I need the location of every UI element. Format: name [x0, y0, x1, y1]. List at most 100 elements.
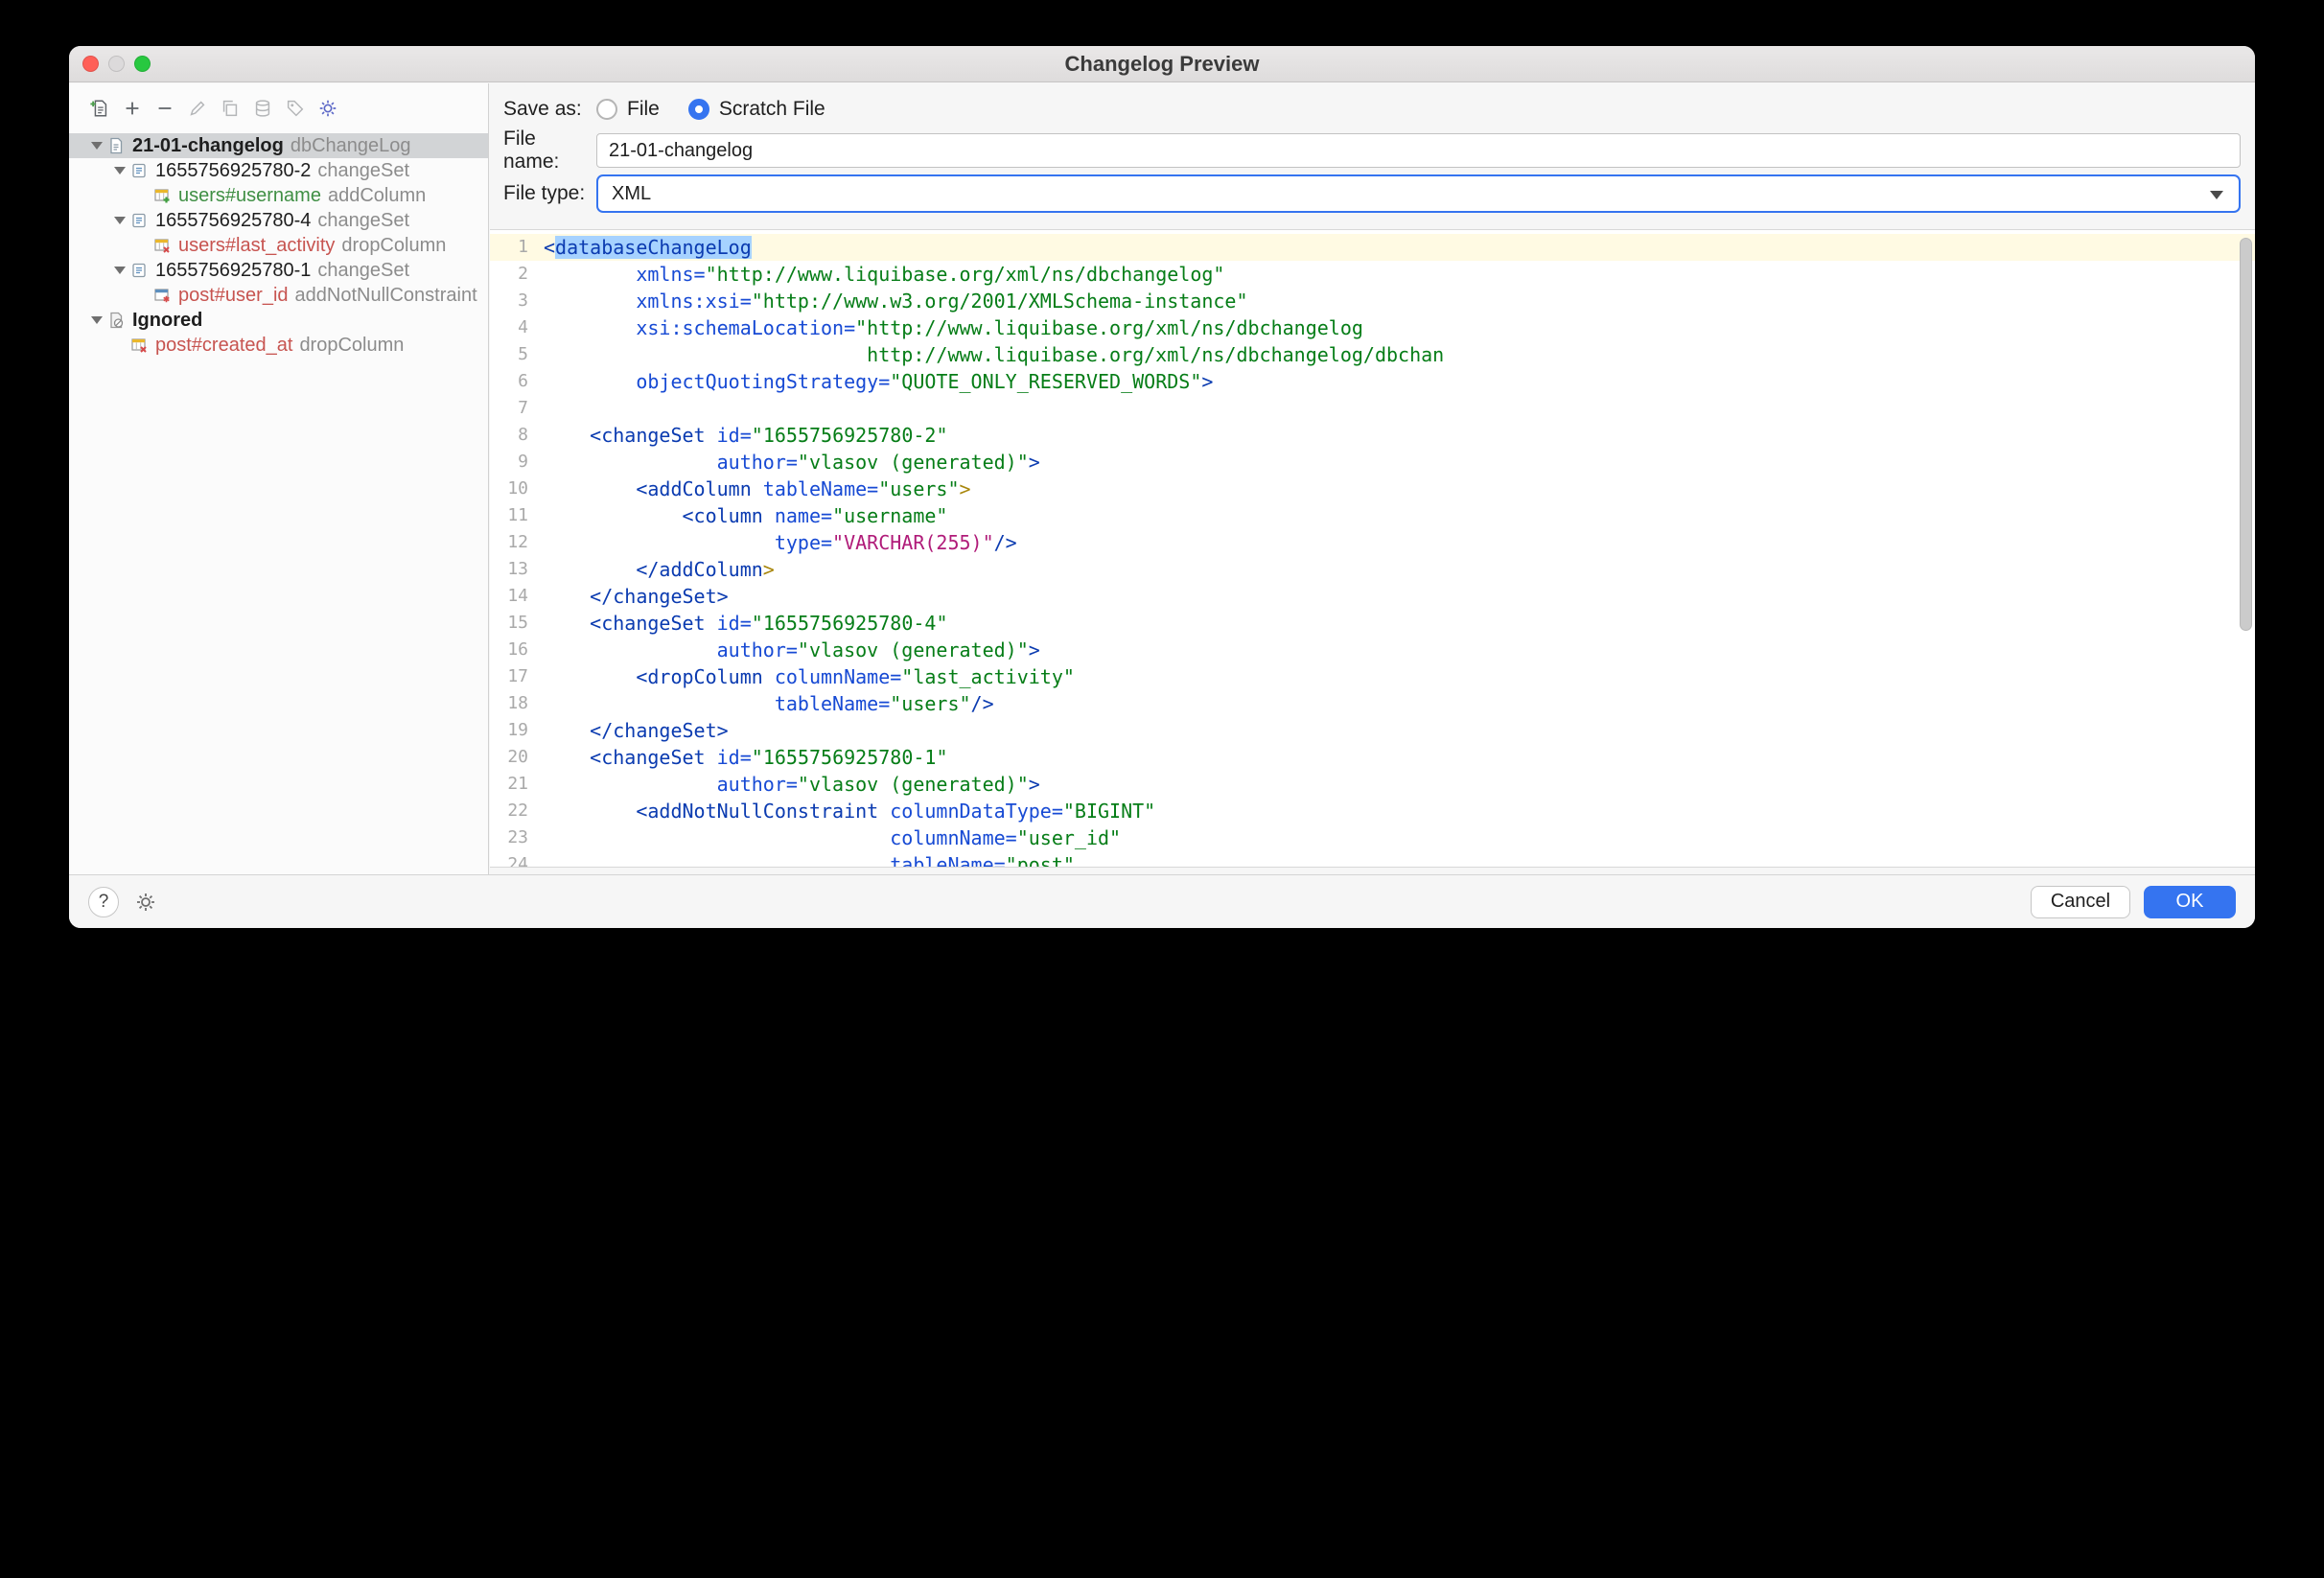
- tree-item-label: 1655756925780-2: [155, 160, 311, 182]
- code-text: xmlns="http://www.liquibase.org/xml/ns/d…: [544, 261, 2255, 288]
- code-text: <addNotNullConstraint columnDataType="BI…: [544, 798, 2255, 824]
- tree-item-21-01-changelog[interactable]: 21-01-changelog dbChangeLog: [69, 133, 488, 158]
- code-text: <column name="username": [544, 502, 2255, 529]
- chevron-down-icon[interactable]: [88, 316, 105, 324]
- help-button[interactable]: ?: [88, 887, 119, 917]
- code-line-24[interactable]: 24 tableName="post": [490, 851, 2255, 868]
- line-number: 5: [490, 341, 544, 368]
- code-line-10[interactable]: 10 <addColumn tableName="users">: [490, 476, 2255, 502]
- code-text: </changeSet>: [544, 583, 2255, 610]
- line-number: 23: [490, 824, 544, 851]
- code-line-16[interactable]: 16 author="vlasov (generated)">: [490, 637, 2255, 663]
- tree-item-post-user-id[interactable]: post#user_idaddNotNullConstraint: [69, 283, 488, 308]
- changeset-icon: [130, 212, 150, 229]
- editor-scrollbar-thumb[interactable]: [2240, 238, 2252, 631]
- line-number: 3: [490, 288, 544, 314]
- edit-icon[interactable]: [184, 95, 211, 122]
- chevron-down-icon[interactable]: [88, 142, 105, 150]
- line-number: 18: [490, 690, 544, 717]
- code-line-4[interactable]: 4 xsi:schemaLocation="http://www.liquiba…: [490, 314, 2255, 341]
- tree-item-type: addColumn: [328, 185, 426, 207]
- minimize-icon[interactable]: [108, 56, 125, 72]
- add-icon[interactable]: [119, 95, 146, 122]
- radio-file[interactable]: File: [596, 98, 660, 121]
- code-line-9[interactable]: 9 author="vlasov (generated)">: [490, 449, 2255, 476]
- remove-icon[interactable]: [151, 95, 178, 122]
- tree-item-label: 21-01-changelog: [132, 135, 284, 157]
- ok-button[interactable]: OK: [2144, 886, 2236, 918]
- code-line-3[interactable]: 3 xmlns:xsi="http://www.w3.org/2001/XMLS…: [490, 288, 2255, 314]
- window-title: Changelog Preview: [69, 46, 2255, 82]
- tree-item-label: users#username: [178, 185, 321, 207]
- tree-item-1655756925780-4[interactable]: 1655756925780-4changeSet: [69, 208, 488, 233]
- code-line-19[interactable]: 19 </changeSet>: [490, 717, 2255, 744]
- database-icon[interactable]: [249, 95, 276, 122]
- tree-item-type: changeSet: [317, 160, 409, 182]
- code-line-17[interactable]: 17 <dropColumn columnName="last_activity…: [490, 663, 2255, 690]
- line-number: 19: [490, 717, 544, 744]
- radio-scratch-file[interactable]: Scratch File: [688, 98, 825, 121]
- code-text: type="VARCHAR(255)"/>: [544, 529, 2255, 556]
- tree-item-label: Ignored: [132, 310, 202, 332]
- zoom-icon[interactable]: [134, 56, 151, 72]
- close-icon[interactable]: [82, 56, 99, 72]
- chevron-down-icon[interactable]: [111, 217, 128, 224]
- line-number: 21: [490, 771, 544, 798]
- code-line-7[interactable]: 7: [490, 395, 2255, 422]
- code-line-1[interactable]: 1<databaseChangeLog: [490, 234, 2255, 261]
- save-as-label: Save as:: [503, 98, 596, 121]
- code-text: xsi:schemaLocation="http://www.liquibase…: [544, 314, 2255, 341]
- settings-button[interactable]: [130, 887, 161, 917]
- settings-icon[interactable]: [314, 95, 341, 122]
- tree-item-post-created-at[interactable]: post#created_atdropColumn: [69, 333, 488, 358]
- tree-toolbar: [69, 83, 488, 129]
- cancel-button[interactable]: Cancel: [2031, 886, 2130, 918]
- line-number: 11: [490, 502, 544, 529]
- code-line-20[interactable]: 20 <changeSet id="1655756925780-1": [490, 744, 2255, 771]
- code-line-23[interactable]: 23 columnName="user_id": [490, 824, 2255, 851]
- constraint-icon: [153, 287, 173, 304]
- line-number: 4: [490, 314, 544, 341]
- tree-item-1655756925780-1[interactable]: 1655756925780-1changeSet: [69, 258, 488, 283]
- code-line-13[interactable]: 13 </addColumn>: [490, 556, 2255, 583]
- line-number: 13: [490, 556, 544, 583]
- tree-item-ignored[interactable]: Ignored: [69, 308, 488, 333]
- line-number: 17: [490, 663, 544, 690]
- code-line-11[interactable]: 11 <column name="username": [490, 502, 2255, 529]
- code-line-12[interactable]: 12 type="VARCHAR(255)"/>: [490, 529, 2255, 556]
- tree-item-label: post#created_at: [155, 335, 292, 357]
- code-line-2[interactable]: 2 xmlns="http://www.liquibase.org/xml/ns…: [490, 261, 2255, 288]
- tree-item-users-username[interactable]: users#username addColumn: [69, 183, 488, 208]
- code-line-18[interactable]: 18 tableName="users"/>: [490, 690, 2255, 717]
- copy-icon[interactable]: [217, 95, 244, 122]
- code-line-8[interactable]: 8 <changeSet id="1655756925780-2": [490, 422, 2255, 449]
- tree-item-type: dbChangeLog: [290, 135, 411, 157]
- changeset-icon: [130, 262, 150, 279]
- changelog-tree-panel: 21-01-changelogdbChangeLog1655756925780-…: [69, 83, 489, 874]
- code-text: <dropColumn columnName="last_activity": [544, 663, 2255, 690]
- line-number: 24: [490, 851, 544, 868]
- code-text: author="vlasov (generated)">: [544, 771, 2255, 798]
- file-name-input[interactable]: [596, 133, 2241, 168]
- tree-item-users-last-activity[interactable]: users#last_activitydropColumn: [69, 233, 488, 258]
- code-line-15[interactable]: 15 <changeSet id="1655756925780-4": [490, 610, 2255, 637]
- code-line-22[interactable]: 22 <addNotNullConstraint columnDataType=…: [490, 798, 2255, 824]
- line-number: 6: [490, 368, 544, 395]
- code-line-5[interactable]: 5 http://www.liquibase.org/xml/ns/dbchan…: [490, 341, 2255, 368]
- chevron-down-icon: [2210, 191, 2223, 199]
- code-line-14[interactable]: 14 </changeSet>: [490, 583, 2255, 610]
- line-number: 14: [490, 583, 544, 610]
- chevron-down-icon[interactable]: [111, 267, 128, 274]
- code-editor[interactable]: 1<databaseChangeLog2 xmlns="http://www.l…: [490, 229, 2255, 868]
- code-line-21[interactable]: 21 author="vlasov (generated)">: [490, 771, 2255, 798]
- chevron-down-icon[interactable]: [111, 167, 128, 174]
- new-changelog-icon[interactable]: [86, 95, 113, 122]
- tag-icon[interactable]: [282, 95, 309, 122]
- save-as-radio-group: File Scratch File: [596, 98, 854, 121]
- code-text: tableName="users"/>: [544, 690, 2255, 717]
- drop-column-icon: [130, 336, 150, 354]
- line-number: 7: [490, 395, 544, 422]
- tree-item-1655756925780-2[interactable]: 1655756925780-2 changeSet: [69, 158, 488, 183]
- file-type-select[interactable]: XML: [596, 174, 2241, 213]
- code-line-6[interactable]: 6 objectQuotingStrategy="QUOTE_ONLY_RESE…: [490, 368, 2255, 395]
